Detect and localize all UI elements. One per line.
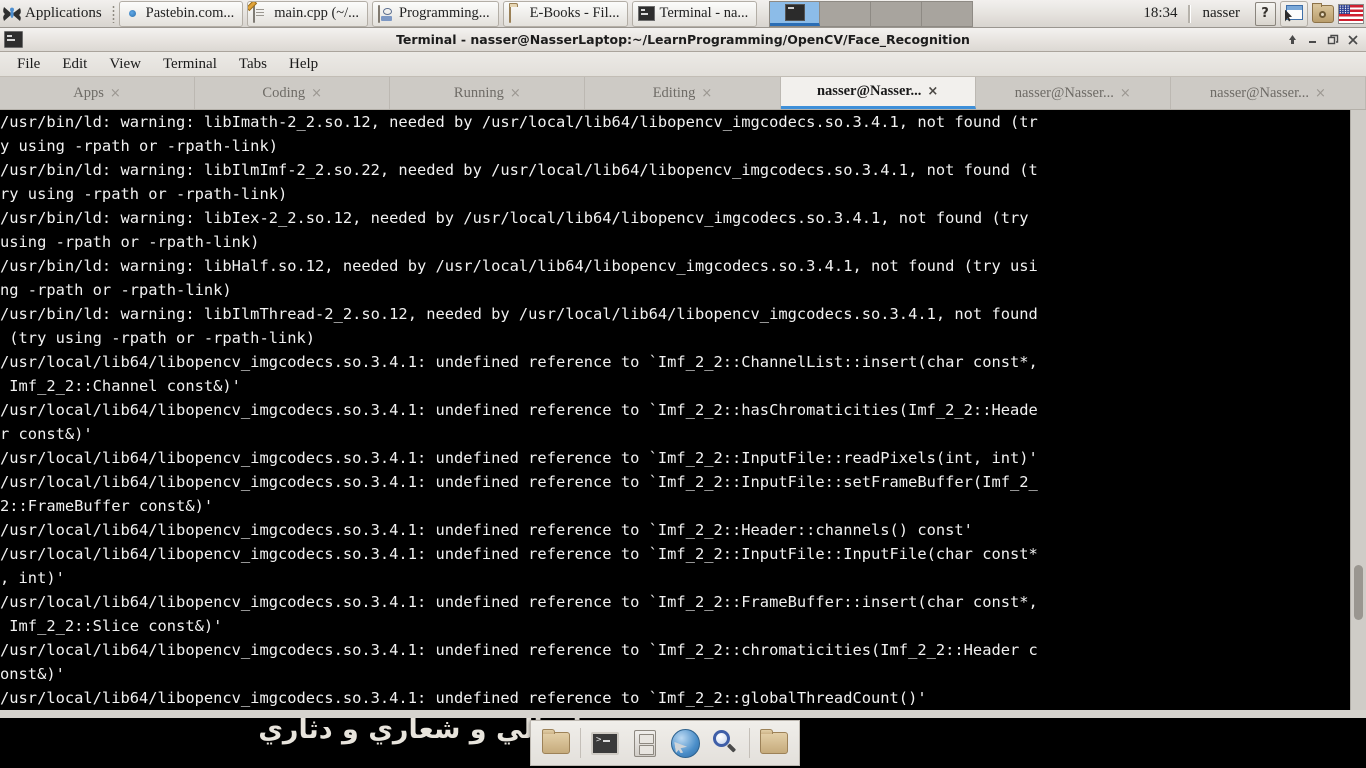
tab-label: nasser@Nasser... bbox=[1209, 84, 1310, 101]
shade-button[interactable] bbox=[1283, 31, 1302, 49]
workspace-switcher[interactable] bbox=[769, 0, 974, 27]
applications-menu-button[interactable]: Applications bbox=[0, 1, 108, 27]
taskbar-label: E-Books - Fil... bbox=[529, 5, 620, 21]
workspace-4[interactable] bbox=[922, 1, 973, 26]
desktop-area: ـا حالي و شعاري و دثاري bbox=[0, 718, 1366, 768]
butterfly-icon bbox=[2, 5, 22, 23]
terminal-scrollbar[interactable] bbox=[1350, 110, 1366, 710]
keyboard-layout-us-flag-icon bbox=[1338, 3, 1364, 24]
file-manager-icon bbox=[634, 729, 656, 757]
help-button[interactable]: ? bbox=[1252, 1, 1278, 26]
program-window-icon bbox=[378, 4, 394, 23]
tab-label: Apps bbox=[73, 84, 104, 101]
applications-label: Applications bbox=[25, 5, 102, 21]
dock-item-search[interactable] bbox=[706, 724, 744, 762]
tab-coding[interactable]: Coding × bbox=[195, 77, 391, 109]
tab-label: nasser@Nasser... bbox=[1014, 84, 1114, 101]
terminal-output[interactable]: /usr/bin/ld: warning: libImath-2_2.so.12… bbox=[0, 110, 1351, 710]
tab-label: Editing bbox=[652, 84, 696, 101]
tab-label: Coding bbox=[262, 84, 306, 101]
close-button[interactable] bbox=[1343, 31, 1362, 49]
close-icon[interactable]: × bbox=[1315, 86, 1326, 101]
taskbar-label: Terminal - na... bbox=[659, 5, 749, 21]
minimize-button[interactable] bbox=[1303, 31, 1322, 49]
window-titlebar[interactable]: Terminal - nasser@NasserLaptop:~/LearnPr… bbox=[0, 28, 1366, 52]
tab-apps[interactable]: Apps × bbox=[0, 77, 196, 109]
dock-item-web-browser[interactable] bbox=[666, 724, 704, 762]
workspace-3[interactable] bbox=[871, 1, 923, 26]
terminal-icon bbox=[638, 5, 656, 22]
taskbar-button-main-cpp[interactable]: main.cpp (~/... bbox=[247, 0, 369, 27]
dock-item-file-manager[interactable] bbox=[626, 724, 664, 762]
terminal-icon bbox=[591, 731, 619, 755]
panel-separator bbox=[111, 4, 115, 23]
terminal-text: /usr/bin/ld: warning: libImath-2_2.so.12… bbox=[0, 113, 1038, 707]
close-icon[interactable]: × bbox=[311, 86, 322, 101]
menu-view[interactable]: View bbox=[98, 54, 152, 75]
clock[interactable]: 18:34 bbox=[1133, 5, 1187, 22]
screenshot-window-icon bbox=[1284, 4, 1304, 23]
workspace-1[interactable] bbox=[770, 1, 821, 26]
screenshot-folder-button[interactable] bbox=[1310, 2, 1336, 26]
tab-label: Running bbox=[453, 84, 504, 101]
scrollbar-thumb[interactable] bbox=[1354, 565, 1363, 620]
dock-item-home-folder[interactable] bbox=[537, 724, 575, 762]
window-title: Terminal - nasser@NasserLaptop:~/LearnPr… bbox=[396, 32, 970, 47]
menu-tabs[interactable]: Tabs bbox=[228, 54, 278, 75]
firefox-icon bbox=[125, 6, 141, 22]
username-label[interactable]: nasser bbox=[1191, 5, 1253, 22]
keyboard-layout-button[interactable] bbox=[1338, 2, 1364, 26]
dock-item-terminal[interactable] bbox=[586, 724, 624, 762]
menubar: File Edit View Terminal Tabs Help bbox=[0, 52, 1366, 77]
taskbar-button-ebooks[interactable]: E-Books - Fil... bbox=[502, 0, 629, 27]
dock bbox=[530, 720, 800, 766]
tab-nasser-3[interactable]: nasser@Nasser... × bbox=[1170, 77, 1366, 109]
terminal-icon bbox=[4, 31, 23, 48]
window-thumbnail-icon bbox=[784, 3, 805, 21]
tab-bar: Apps × Coding × Running × Editing × nass… bbox=[0, 77, 1366, 110]
terminal-window: Terminal - nasser@NasserLaptop:~/LearnPr… bbox=[0, 28, 1366, 718]
text-editor-icon bbox=[253, 4, 269, 23]
tab-label: nasser@Nasser... bbox=[816, 83, 922, 99]
dock-separator bbox=[749, 728, 750, 758]
folder-icon bbox=[508, 4, 525, 23]
tab-nasser-1[interactable]: nasser@Nasser... × bbox=[780, 77, 976, 109]
workspace-2[interactable] bbox=[820, 1, 872, 26]
taskbar-label: main.cpp (~/... bbox=[274, 5, 360, 21]
menu-edit[interactable]: Edit bbox=[51, 54, 98, 75]
close-icon[interactable]: × bbox=[927, 84, 938, 99]
web-browser-icon bbox=[670, 728, 700, 758]
maximize-button[interactable] bbox=[1323, 31, 1342, 49]
screenshot-folder-icon bbox=[1312, 2, 1334, 23]
search-icon bbox=[711, 729, 739, 757]
menu-help[interactable]: Help bbox=[278, 54, 329, 75]
taskbar-button-pastebin[interactable]: Pastebin.com... bbox=[118, 0, 244, 27]
top-panel: Applications Pastebin.com... main.cpp (~… bbox=[0, 0, 1366, 28]
dock-item-folder[interactable] bbox=[755, 724, 793, 762]
tab-editing[interactable]: Editing × bbox=[585, 77, 781, 109]
dock-separator bbox=[580, 728, 581, 758]
menu-file[interactable]: File bbox=[6, 54, 51, 75]
taskbar-label: Pastebin.com... bbox=[145, 5, 235, 21]
window-controls bbox=[1283, 31, 1366, 49]
terminal-area: /usr/bin/ld: warning: libImath-2_2.so.12… bbox=[0, 110, 1366, 710]
close-icon[interactable]: × bbox=[1120, 86, 1131, 101]
folder-icon bbox=[760, 729, 788, 754]
help-icon: ? bbox=[1254, 1, 1276, 26]
taskbar-button-programming[interactable]: Programming... bbox=[372, 0, 499, 27]
close-icon[interactable]: × bbox=[110, 86, 121, 101]
menu-terminal[interactable]: Terminal bbox=[152, 54, 228, 75]
home-folder-icon bbox=[542, 729, 570, 754]
tab-nasser-2[interactable]: nasser@Nasser... × bbox=[975, 77, 1171, 109]
tab-running[interactable]: Running × bbox=[390, 77, 586, 109]
close-icon[interactable]: × bbox=[701, 86, 712, 101]
taskbar-label: Programming... bbox=[399, 5, 490, 21]
taskbar-button-terminal[interactable]: Terminal - na... bbox=[632, 0, 758, 27]
screenshot-window-button[interactable] bbox=[1280, 0, 1308, 27]
close-icon[interactable]: × bbox=[510, 86, 521, 101]
